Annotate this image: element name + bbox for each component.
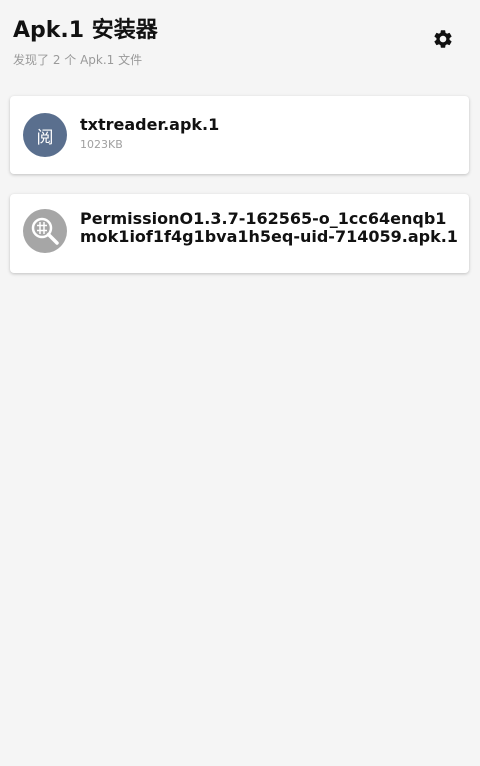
file-card-txtreader[interactable]: 阅 txtreader.apk.1 1023KB bbox=[10, 96, 469, 174]
app-window: Apk.1 安装器 发现了 2 个 Apk.1 文件 阅 txtreader.a… bbox=[0, 0, 480, 766]
file-size: 1023KB bbox=[80, 138, 123, 151]
search-globe-icon bbox=[23, 209, 67, 253]
header: Apk.1 安装器 发现了 2 个 Apk.1 文件 bbox=[0, 0, 480, 80]
file-count-subtitle: 发现了 2 个 Apk.1 文件 bbox=[13, 53, 143, 67]
file-name: txtreader.apk.1 bbox=[80, 115, 220, 134]
file-avatar: 阅 bbox=[23, 113, 67, 157]
page-title: Apk.1 安装器 bbox=[13, 18, 158, 43]
settings-button[interactable] bbox=[430, 26, 456, 52]
gear-icon bbox=[434, 30, 452, 48]
file-card-permission[interactable]: PermissionO1.3.7-162565-o_1cc64enqb1mok1… bbox=[10, 194, 469, 273]
file-name: PermissionO1.3.7-162565-o_1cc64enqb1mok1… bbox=[80, 209, 458, 246]
